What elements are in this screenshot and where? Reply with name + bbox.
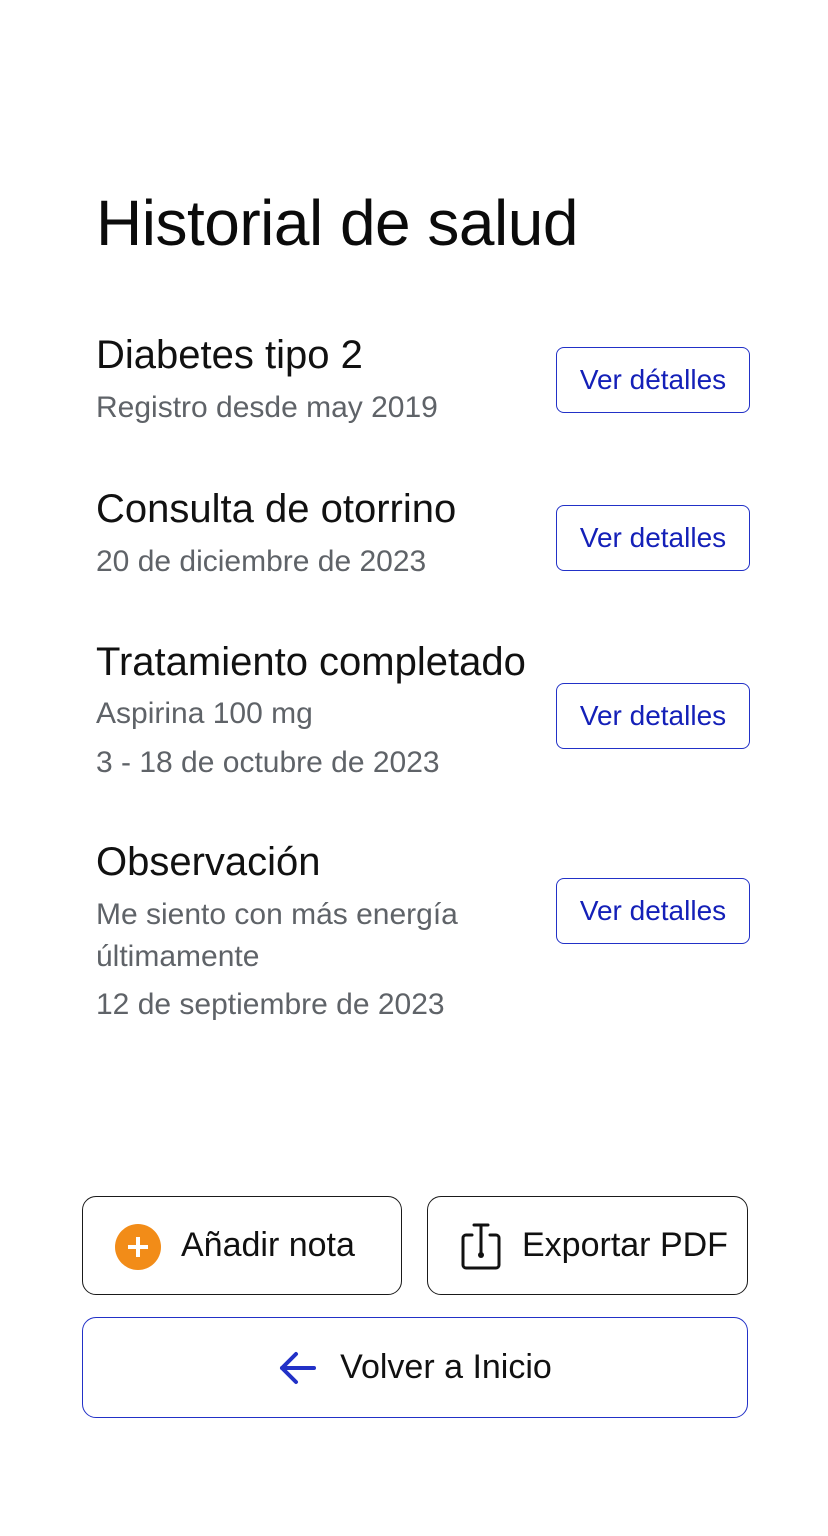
export-pdf-label: Exportar PDF (522, 1226, 728, 1264)
share-export-icon (461, 1223, 501, 1270)
export-pdf-button[interactable]: Exportar PDF (427, 1196, 748, 1295)
entry-title: Tratamiento completado (96, 640, 526, 684)
entry-medication: Aspirina 100 mg (96, 697, 313, 730)
add-note-button[interactable]: Añadir nota (82, 1196, 402, 1295)
view-details-button[interactable]: Ver detalles (556, 505, 750, 571)
add-note-label: Añadir nota (181, 1226, 355, 1264)
entry-date: 3 - 18 de octubre de 2023 (96, 746, 440, 779)
view-details-button[interactable]: Ver détalles (556, 347, 750, 413)
plus-circle-icon (115, 1224, 161, 1270)
entry-title: Observación (96, 840, 321, 884)
history-entry-diabetes: Diabetes tipo 2 Registro desde may 2019 (96, 331, 556, 428)
history-entry-observation: Observación Me siento con más energía úl… (96, 838, 556, 1025)
entry-note: Me siento con más energía últimamente (96, 898, 458, 973)
history-entry-treatment: Tratamiento completado Aspirina 100 mg 3… (96, 638, 556, 783)
view-details-button[interactable]: Ver detalles (556, 878, 750, 944)
arrow-left-icon (280, 1351, 317, 1384)
page-title: Historial de salud (96, 187, 578, 259)
entry-date: 12 de septiembre de 2023 (96, 988, 445, 1021)
entry-title: Diabetes tipo 2 (96, 333, 363, 377)
entry-title: Consulta de otorrino (96, 487, 457, 531)
entry-date: 20 de diciembre de 2023 (96, 545, 427, 578)
history-entry-consultation: Consulta de otorrino 20 de diciembre de … (96, 485, 556, 582)
view-details-button[interactable]: Ver detalles (556, 683, 750, 749)
back-home-label: Volver a Inicio (340, 1348, 552, 1386)
entry-subtitle: Registro desde may 2019 (96, 391, 438, 424)
back-home-button[interactable]: Volver a Inicio (82, 1317, 748, 1418)
